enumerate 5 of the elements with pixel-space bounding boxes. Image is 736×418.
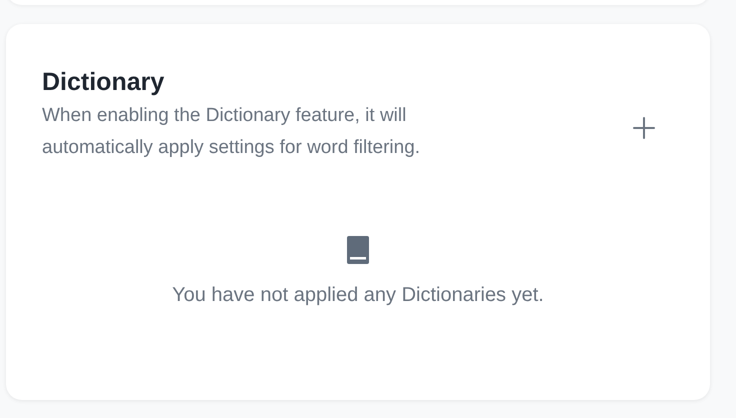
card-description: When enabling the Dictionary feature, it will automatically apply settings for word filtering. xyxy=(42,104,422,160)
empty-message: You have not applied any Dictionaries yet. xyxy=(172,283,544,308)
book-icon xyxy=(346,236,370,264)
plus-icon xyxy=(632,116,656,140)
card-title: Dictionary xyxy=(42,67,166,98)
